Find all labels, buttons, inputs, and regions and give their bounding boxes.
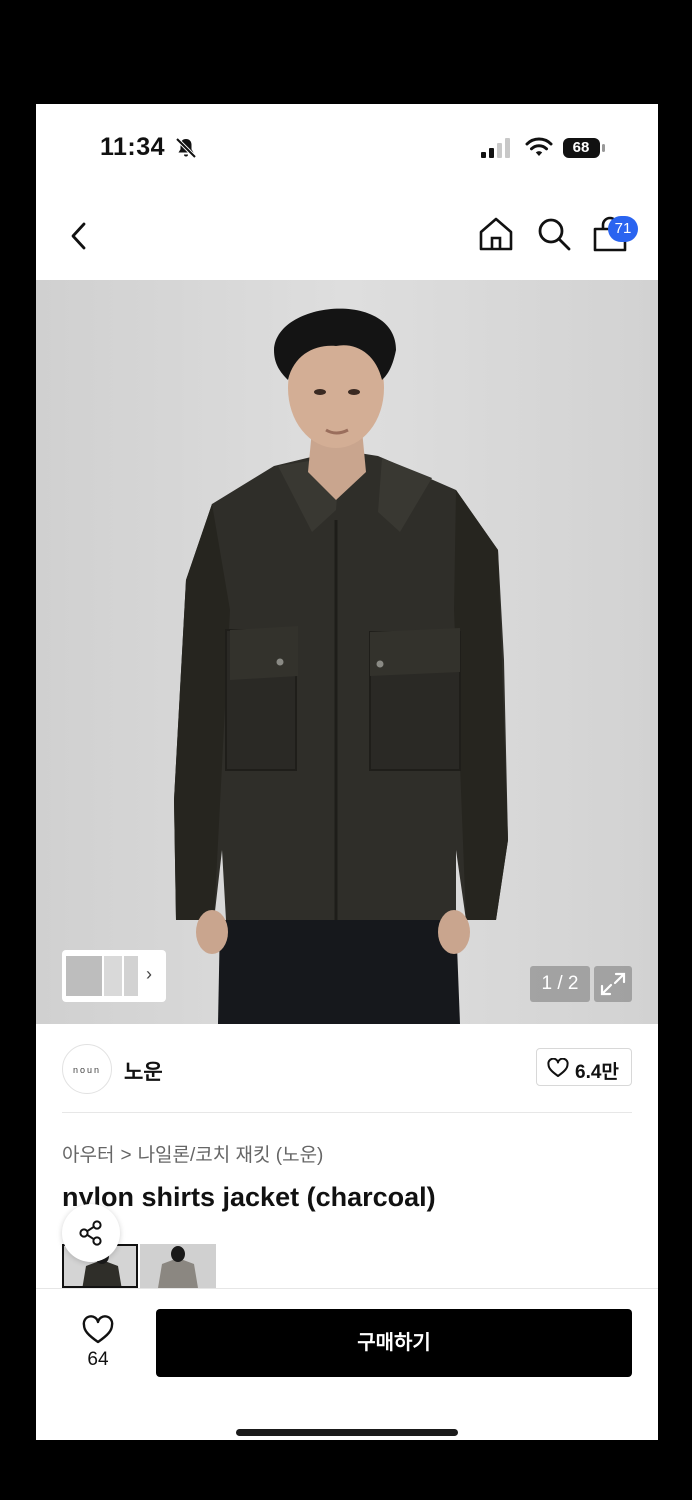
expand-icon[interactable] (594, 966, 632, 1002)
status-bar: 11:34 68 (36, 104, 658, 192)
gallery-counter: 1 / 2 (530, 966, 590, 1002)
model-photo (36, 280, 658, 1024)
gallery-thumbnail[interactable] (66, 956, 102, 996)
back-icon[interactable] (62, 214, 98, 258)
battery-level: 68 (572, 139, 590, 156)
divider (62, 1112, 632, 1113)
cart-count-badge: 71 (608, 216, 638, 242)
search-icon[interactable] (534, 214, 574, 254)
top-nav (36, 192, 658, 280)
phone-screen: 11:34 68 71 › 1 / 2 noun 노운 6.4만 아우터 > 나… (36, 104, 658, 1440)
gallery-thumbnail-strip[interactable]: › (62, 950, 166, 1002)
product-title: nylon shirts jacket (charcoal) (62, 1182, 436, 1212)
home-indicator[interactable] (236, 1429, 458, 1436)
heart-icon (547, 1058, 569, 1077)
swatch-image (140, 1244, 216, 1288)
status-time: 11:34 (100, 133, 166, 161)
chevron-right-icon: › (146, 964, 152, 984)
breadcrumb-category[interactable]: 아우터 (62, 1145, 114, 1166)
color-option-grey[interactable] (140, 1244, 216, 1288)
brand-like-count: 6.4만 (575, 1062, 619, 1083)
gallery-thumbnail[interactable] (124, 956, 138, 996)
breadcrumb-subcategory[interactable]: 나일론/코치 재킷 (노운) (138, 1145, 324, 1166)
wifi-icon (525, 137, 553, 156)
breadcrumb: 아우터 > 나일론/코치 재킷 (노운) (62, 1140, 323, 1167)
product-image[interactable]: › 1 / 2 (36, 280, 658, 1024)
share-icon (79, 1220, 102, 1246)
brand-like-button[interactable]: 6.4만 (536, 1048, 632, 1086)
share-button[interactable] (62, 1204, 120, 1262)
brand-logo[interactable]: noun (62, 1044, 112, 1094)
bell-slash-icon (175, 137, 197, 159)
breadcrumb-separator: > (120, 1145, 132, 1166)
brand-name[interactable]: 노운 (124, 1056, 163, 1086)
gallery-thumbnail[interactable] (104, 956, 122, 996)
purchase-bar: 64 구매하기 (36, 1288, 658, 1440)
signal-icon (481, 138, 510, 158)
wish-count: 64 (87, 1349, 109, 1370)
home-icon[interactable] (476, 214, 516, 254)
heart-icon[interactable] (82, 1315, 114, 1345)
buy-button[interactable]: 구매하기 (156, 1309, 632, 1377)
